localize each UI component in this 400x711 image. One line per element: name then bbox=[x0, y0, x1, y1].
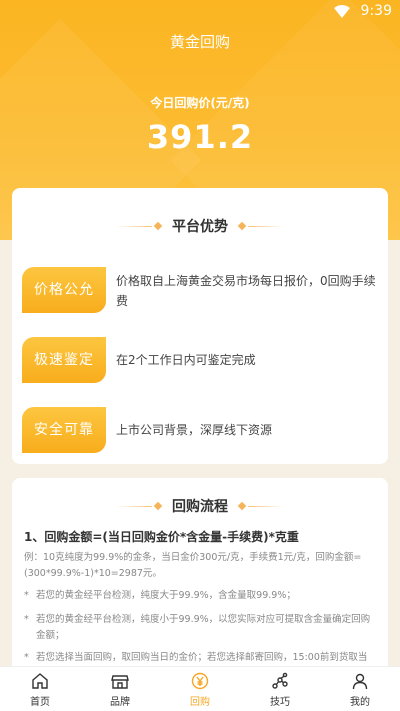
advantages-title: 平台优势 bbox=[172, 219, 228, 235]
divider-line bbox=[248, 226, 284, 227]
advantage-badge: 安全可靠 bbox=[22, 407, 106, 453]
price-label: 今日回购价(元/克) bbox=[150, 96, 250, 110]
status-bar: 9:39 bbox=[0, 0, 400, 24]
advantage-item: 极速鉴定 在2个工作日内可鉴定完成 bbox=[22, 337, 378, 383]
advantages-header: 平台优势 bbox=[12, 216, 388, 236]
advantage-text: 在2个工作日内可鉴定完成 bbox=[116, 353, 256, 367]
status-time: 9:39 bbox=[360, 3, 392, 19]
tab-brand[interactable]: 品牌 bbox=[80, 667, 160, 711]
wifi-icon bbox=[334, 5, 350, 18]
price-value: 391.2 bbox=[146, 118, 254, 156]
tab-label: 技巧 bbox=[270, 697, 290, 708]
person-icon bbox=[352, 673, 368, 690]
advantage-text: 价格取自上海黄金交易市场每日报价，0回购手续费 bbox=[116, 274, 376, 308]
advantage-item: 安全可靠 上市公司背景，深厚线下资源 bbox=[22, 407, 378, 453]
flow-formula: 1、回购金额=(当日回购金价*含金量-手续费)*克重 bbox=[24, 530, 299, 544]
flow-note: * 若您的黄金经平台检测，纯度大于99.9%，含金量取99.9%； bbox=[24, 588, 376, 604]
tab-home[interactable]: 首页 bbox=[0, 667, 80, 711]
tab-label: 回购 bbox=[190, 697, 210, 708]
divider-line bbox=[248, 506, 284, 507]
tab-mine[interactable]: 我的 bbox=[320, 667, 400, 711]
store-icon bbox=[111, 675, 129, 689]
advantages-card: 平台优势 价格公允 价格取自上海黄金交易市场每日报价，0回购手续费 极速鉴定 在… bbox=[12, 188, 388, 464]
advantage-item: 价格公允 价格取自上海黄金交易市场每日报价，0回购手续费 bbox=[22, 267, 378, 313]
flow-title: 回购流程 bbox=[172, 499, 228, 515]
tab-label: 品牌 bbox=[110, 697, 130, 708]
advantage-badge: 价格公允 bbox=[22, 267, 106, 313]
flow-header: 回购流程 bbox=[12, 496, 388, 516]
note-text: 若您的黄金经平台检测，纯度大于99.9%，含金量取99.9%； bbox=[36, 590, 296, 601]
flow-note: * 若您的黄金经平台检测，纯度小于99.9%，以您实际对应可提取含金量确定回购金… bbox=[24, 612, 376, 644]
page-title: 黄金回购 bbox=[169, 33, 230, 51]
note-marker: * bbox=[24, 614, 29, 625]
yen-coin-icon bbox=[191, 672, 209, 690]
tab-label: 我的 bbox=[350, 697, 370, 708]
flow-example: 例：10克纯度为99.9%的金条，当日金价300元/克，手续费1元/克，回购金额… bbox=[24, 552, 362, 579]
note-text: 若您的黄金经平台检测，纯度小于99.9%，以您实际对应可提取含金量确定回购金额； bbox=[36, 614, 371, 641]
home-icon bbox=[32, 673, 48, 689]
advantage-text: 上市公司背景，深厚线下资源 bbox=[116, 423, 273, 437]
note-marker: * bbox=[24, 590, 29, 601]
advantage-badge: 极速鉴定 bbox=[22, 337, 106, 383]
bottom-tab-bar: 首页 品牌 回购 技巧 我的 bbox=[0, 666, 400, 711]
note-marker: * bbox=[24, 652, 29, 663]
tab-tips[interactable]: 技巧 bbox=[240, 667, 320, 711]
tab-label: 首页 bbox=[30, 697, 50, 708]
tab-buyback[interactable]: 回购 bbox=[160, 667, 240, 711]
network-icon bbox=[272, 672, 288, 689]
